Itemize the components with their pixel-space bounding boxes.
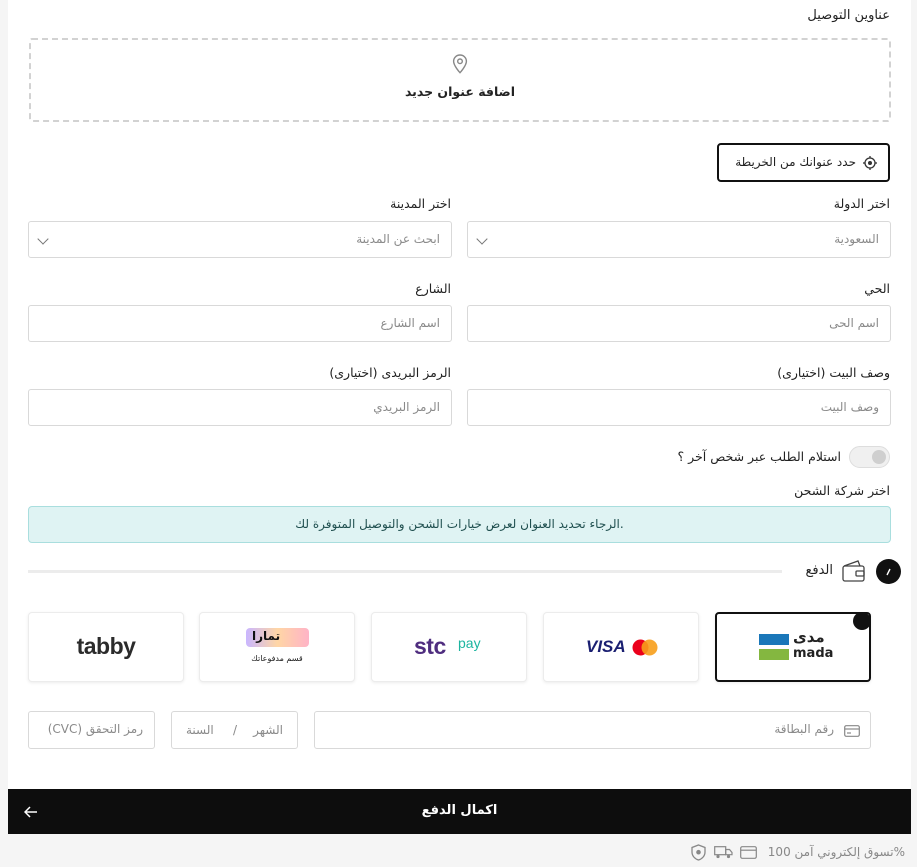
payment-method-stcpay[interactable]: stc pay	[371, 612, 527, 682]
map-button-label: حدد عنوانك من الخريطة	[735, 155, 856, 169]
shield-icon	[691, 844, 706, 861]
district-input[interactable]: اسم الحى	[467, 305, 891, 342]
location-pin-icon	[452, 54, 468, 74]
street-input[interactable]: اسم الشارع	[28, 305, 452, 342]
checkmark-icon	[886, 568, 891, 576]
other-person-toggle[interactable]	[849, 446, 890, 468]
delivery-addresses-title: عناوين التوصيل	[807, 8, 890, 23]
district-label: الحي	[864, 281, 890, 296]
expiry-input[interactable]: الشهر / السنة	[171, 711, 298, 749]
credit-card-icon	[740, 846, 757, 859]
mastercard-icon	[632, 639, 658, 656]
payment-divider	[28, 570, 782, 573]
cvc-placeholder: (CVC) رمز التحقق	[47, 722, 143, 736]
payment-method-tamara[interactable]: تمارا قسم مدفوعاتك	[199, 612, 355, 682]
card-number-placeholder: رقم البطاقة	[774, 722, 834, 736]
house-description-placeholder: وصف البيت	[820, 400, 879, 414]
year-placeholder: السنة	[186, 723, 214, 737]
payment-title: الدفع	[805, 563, 833, 578]
city-select[interactable]: ابحث عن المدينة	[28, 221, 452, 258]
selected-indicator	[853, 612, 871, 630]
street-placeholder: اسم الشارع	[380, 316, 441, 330]
district-placeholder: اسم الحى	[829, 316, 879, 330]
month-placeholder: الشهر	[253, 723, 283, 737]
cvc-input[interactable]: (CVC) رمز التحقق	[28, 711, 155, 749]
stc-label: stc	[414, 633, 446, 659]
postal-code-placeholder: الرمز البريدي	[373, 400, 440, 414]
country-label: اختر الدولة	[833, 196, 890, 211]
payment-method-tabby[interactable]: tabby	[28, 612, 184, 682]
wallet-icon	[841, 559, 867, 583]
pay-label: pay	[458, 635, 481, 651]
shipping-notice-text: الرجاء تحديد العنوان لعرض خيارات الشحن و…	[295, 517, 624, 531]
other-person-label: استلام الطلب عبر شخص آخر ؟	[677, 449, 841, 464]
tamara-logo: تمارا	[246, 628, 309, 647]
add-new-address-label: اضافة عنوان جديد	[404, 84, 516, 99]
complete-payment-button[interactable]: اكمال الدفع	[8, 789, 911, 834]
visa-label: VISA	[586, 637, 626, 656]
payment-method-visa-mastercard[interactable]: VISA	[543, 612, 699, 682]
mada-logo-icon	[759, 634, 789, 645]
step-indicator	[876, 559, 901, 584]
chevron-down-icon	[37, 233, 49, 245]
mada-label-en: mada	[793, 646, 834, 661]
card-number-input[interactable]: رقم البطاقة	[314, 711, 871, 749]
street-label: الشارع	[415, 281, 451, 296]
toggle-knob	[872, 450, 886, 464]
house-description-input[interactable]: وصف البيت	[467, 389, 891, 426]
tamara-sub-label: قسم مدفوعاتك	[251, 654, 303, 663]
mada-logo-icon-green	[759, 649, 789, 660]
credit-card-icon	[844, 725, 860, 737]
postal-code-label: الرمز البريدى (اختيارى)	[329, 365, 451, 380]
select-address-from-map-button[interactable]: حدد عنوانك من الخريطة	[717, 143, 890, 182]
secure-shopping-text: تسوق إلكتروني آمن 100%	[767, 845, 905, 859]
shipping-notice: الرجاء تحديد العنوان لعرض خيارات الشحن و…	[28, 506, 891, 543]
house-description-label: وصف البيت (اختيارى)	[777, 365, 890, 380]
target-location-icon	[863, 156, 877, 170]
tamara-label: تمارا	[252, 629, 281, 643]
arrow-left-icon	[24, 806, 38, 818]
country-select[interactable]: السعودية	[467, 221, 891, 258]
complete-payment-label: اكمال الدفع	[421, 803, 498, 818]
country-value: السعودية	[834, 232, 879, 246]
city-placeholder: ابحث عن المدينة	[356, 232, 440, 246]
shipping-company-title: اختر شركة الشحن	[794, 483, 890, 498]
chevron-down-icon	[476, 233, 488, 245]
add-new-address-box[interactable]: اضافة عنوان جديد	[29, 38, 891, 122]
tabby-label: tabby	[76, 633, 136, 659]
mada-label-ar: مدى	[793, 628, 825, 646]
city-label: اختر المدينة	[390, 196, 451, 211]
expiry-separator: /	[233, 723, 238, 737]
delivery-truck-icon	[714, 846, 733, 859]
postal-code-input[interactable]: الرمز البريدي	[28, 389, 452, 426]
payment-method-mada[interactable]: مدى mada	[715, 612, 871, 682]
